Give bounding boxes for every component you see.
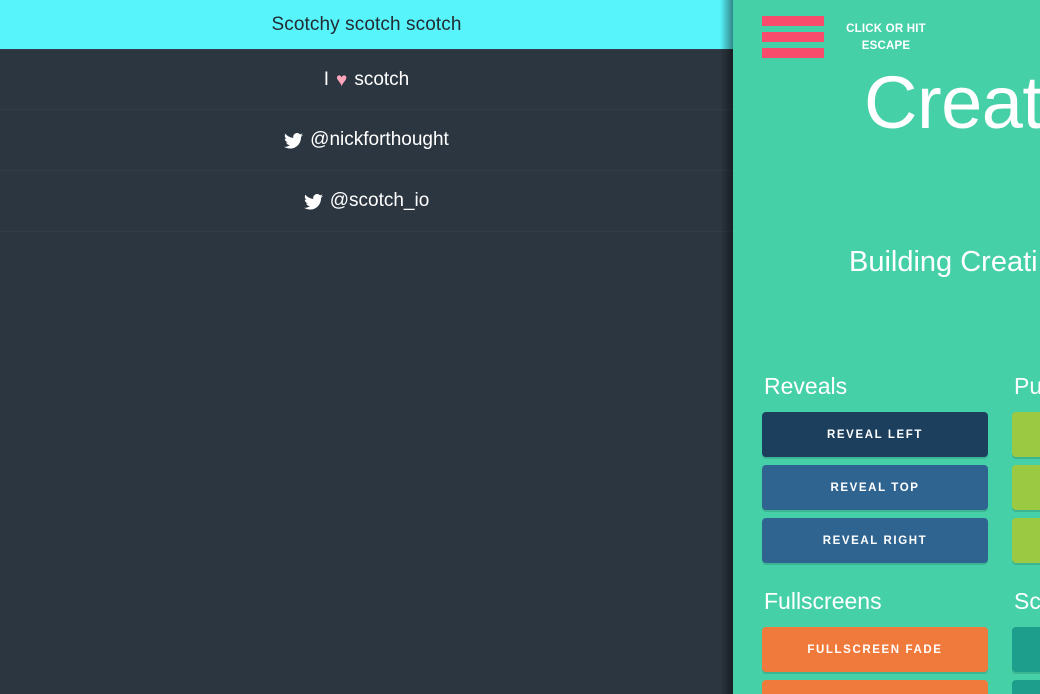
scale-button-2[interactable] (1012, 680, 1040, 694)
heart-icon: ♥ (336, 70, 348, 91)
site-header: Scotchy scotch scotch (0, 0, 733, 49)
twitter-icon (303, 194, 323, 210)
screen: Scotchy scotch scotch I ♥ scotch @nickfo… (0, 0, 1040, 694)
main-page: Scotchy scotch scotch I ♥ scotch @nickfo… (0, 0, 733, 694)
offcanvas-menu: Click or hit escape Creat Building Creat… (733, 0, 1040, 694)
reveal-left-button[interactable]: Reveal Left (762, 412, 988, 457)
nav-item-twitter-nickforthought: @nickforthought (284, 129, 449, 151)
reveal-right-button[interactable]: Reveal Right (762, 518, 988, 563)
push-button-1[interactable] (1012, 412, 1040, 457)
reveal-top-button[interactable]: Reveal Top (762, 465, 988, 510)
offcanvas-subtitle: Building Creati (849, 246, 1038, 278)
nav-item-label: @nickforthought (310, 129, 449, 150)
group-heading-pushes: Pu (1014, 373, 1040, 399)
nav-item-love-scotch: I ♥ scotch (324, 69, 409, 91)
fullscreen-button-2[interactable] (762, 680, 988, 694)
group-heading-fullscreens: Fullscreens (764, 588, 882, 614)
push-button-2[interactable] (1012, 465, 1040, 510)
offcanvas-button-columns: Reveals Reveal Left Reveal Top Reveal Ri… (733, 375, 1040, 694)
scale-button-1[interactable] (1012, 627, 1040, 672)
offcanvas-column-left: Reveals Reveal Left Reveal Top Reveal Ri… (762, 375, 988, 694)
page-title: Scotchy scotch scotch (271, 14, 462, 35)
nav-item-label: scotch (354, 68, 410, 90)
list-item[interactable]: I ♥ scotch (0, 49, 733, 110)
hamburger-icon[interactable] (762, 16, 824, 58)
nav-item-twitter-scotch-io: @scotch_io (303, 190, 430, 212)
offcanvas-title: Creat (864, 61, 1040, 144)
escape-hint: Click or hit escape (846, 23, 926, 52)
hamburger-bar (762, 48, 824, 58)
group-heading-scales: Sc (1014, 588, 1040, 614)
fullscreen-fade-button[interactable]: Fullscreen Fade (762, 627, 988, 672)
nav-list: I ♥ scotch @nickforthought @scotch_io (0, 49, 733, 232)
push-button-3[interactable] (1012, 518, 1040, 563)
hamburger-bar (762, 16, 824, 26)
nav-item-label: @scotch_io (329, 190, 430, 211)
nav-item-prefix: I (323, 68, 330, 90)
offcanvas-shadow (720, 0, 733, 694)
list-item[interactable]: @scotch_io (0, 171, 733, 232)
list-item[interactable]: @nickforthought (0, 110, 733, 171)
group-heading-reveals: Reveals (764, 373, 848, 399)
offcanvas-column-right: Pu Sc (1012, 375, 1040, 694)
twitter-icon (284, 133, 304, 149)
hamburger-bar (762, 32, 824, 42)
